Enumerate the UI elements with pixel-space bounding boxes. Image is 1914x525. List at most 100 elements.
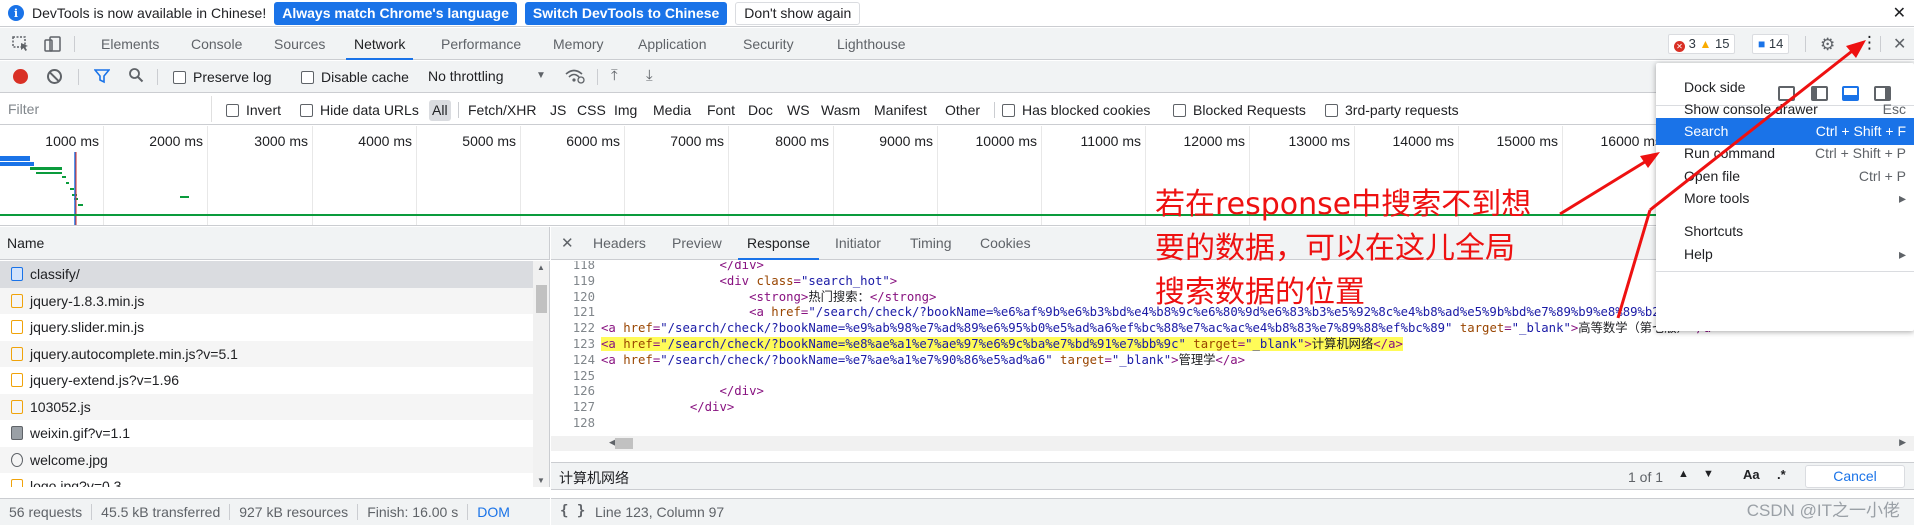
blocked-requests-checkbox[interactable]: Blocked Requests: [1173, 102, 1306, 118]
request-row[interactable]: classify/: [0, 261, 533, 288]
chevron-down-icon: ▼: [536, 70, 546, 81]
hide-data-urls-checkbox[interactable]: Hide data URLs: [300, 102, 419, 118]
response-search-bar: 计算机网络 1 of 1 ▲ ▼ Aa .* Cancel: [551, 462, 1914, 490]
filter-type-img[interactable]: Img: [614, 102, 637, 118]
invert-checkbox[interactable]: Invert: [226, 102, 281, 118]
device-toolbar-icon[interactable]: [44, 36, 62, 52]
code-content: </div>: [719, 384, 764, 399]
close-detail-icon[interactable]: ✕: [561, 234, 574, 252]
inspect-element-icon[interactable]: [12, 36, 30, 52]
filter-type-doc[interactable]: Doc: [748, 102, 773, 118]
messages-counter[interactable]: ■ 14: [1752, 34, 1790, 54]
search-icon[interactable]: [128, 67, 144, 87]
tab-memory[interactable]: Memory: [553, 28, 604, 60]
request-row[interactable]: welcome.jpg: [0, 446, 533, 473]
more-menu-icon[interactable]: ⋮: [1861, 33, 1879, 52]
request-row[interactable]: 103052.js: [0, 393, 533, 420]
filter-type-js[interactable]: JS: [550, 102, 566, 118]
network-overview[interactable]: 1000 ms 2000 ms 3000 ms 4000 ms 5000 ms 6000 …: [0, 126, 1914, 226]
tab-elements[interactable]: Elements: [101, 28, 159, 60]
filter-type-ws[interactable]: WS: [787, 102, 810, 118]
tab-sources[interactable]: Sources: [274, 28, 325, 60]
filter-icon[interactable]: [93, 68, 111, 88]
language-infobar: i DevTools is now available in Chinese! …: [0, 0, 1914, 27]
filter-type-manifest[interactable]: Manifest: [874, 102, 927, 118]
has-blocked-cookies-checkbox[interactable]: Has blocked cookies: [1002, 102, 1150, 118]
filter-type-other[interactable]: Other: [945, 102, 980, 118]
previous-match-icon[interactable]: ▲: [1678, 468, 1689, 480]
gear-icon[interactable]: ⚙: [1820, 35, 1838, 54]
match-language-button[interactable]: Always match Chrome's language: [274, 1, 517, 25]
tab-security[interactable]: Security: [743, 28, 794, 60]
script-file-icon: [11, 320, 23, 335]
tab-initiator[interactable]: Initiator: [835, 227, 881, 260]
tab-performance[interactable]: Performance: [441, 28, 521, 60]
line-number: 128: [572, 416, 595, 430]
request-row[interactable]: logo.jpg?v=0.3: [0, 473, 533, 487]
throttling-select[interactable]: No throttling: [428, 68, 503, 84]
dont-show-again-button[interactable]: Don't show again: [735, 1, 861, 25]
clear-icon[interactable]: [47, 69, 62, 84]
tab-timing[interactable]: Timing: [910, 227, 952, 260]
scrollbar-thumb[interactable]: [615, 438, 633, 449]
line-number: 126: [572, 384, 595, 399]
tab-cookies[interactable]: Cookies: [980, 227, 1031, 260]
line-number: 122: [572, 321, 595, 336]
export-har-icon[interactable]: ⤓: [646, 67, 653, 84]
filter-type-font[interactable]: Font: [707, 102, 735, 118]
switch-language-button[interactable]: Switch DevTools to Chinese: [524, 1, 728, 25]
record-button[interactable]: [13, 69, 28, 84]
menu-item-more-tools[interactable]: More tools ▸: [1656, 185, 1914, 212]
close-devtools-icon[interactable]: ✕: [1893, 34, 1911, 53]
script-file-icon: [11, 346, 23, 361]
match-case-toggle[interactable]: Aa: [1743, 467, 1760, 482]
request-row[interactable]: weixin.gif?v=1.1: [0, 420, 533, 447]
import-har-icon[interactable]: ⤒: [611, 67, 618, 84]
filter-type-wasm[interactable]: Wasm: [821, 102, 860, 118]
tab-application[interactable]: Application: [638, 28, 707, 60]
cancel-search-button[interactable]: Cancel: [1805, 465, 1905, 488]
network-status-bar: 56 requests 45.5 kB transferred 927 kB r…: [0, 498, 550, 525]
script-file-icon: [11, 293, 23, 308]
code-line: 128: [551, 415, 1914, 432]
tab-lighthouse[interactable]: Lighthouse: [837, 28, 906, 60]
disable-cache-checkbox[interactable]: Disable cache: [301, 69, 409, 85]
tab-response[interactable]: Response: [737, 227, 820, 260]
network-conditions-icon[interactable]: [565, 68, 585, 87]
network-toolbar: Preserve log Disable cache No throttling…: [0, 61, 1914, 93]
tab-network[interactable]: Network: [345, 28, 414, 60]
filter-type-fetch-xhr[interactable]: Fetch/XHR: [468, 102, 536, 118]
menu-item-help[interactable]: Help ▸: [1656, 241, 1914, 268]
request-row[interactable]: jquery.autocomplete.min.js?v=5.1: [0, 340, 533, 367]
response-horizontal-scrollbar[interactable]: ◀ ▶: [551, 436, 1914, 451]
info-icon: i: [8, 5, 24, 21]
pretty-print-icon[interactable]: { }: [560, 503, 585, 519]
search-input[interactable]: 计算机网络: [559, 468, 629, 488]
regex-toggle[interactable]: .*: [1777, 467, 1786, 482]
filter-type-css[interactable]: CSS: [577, 102, 606, 118]
message-icon: ■: [1758, 37, 1766, 51]
third-party-requests-checkbox[interactable]: 3rd-party requests: [1325, 102, 1459, 118]
request-row[interactable]: jquery.slider.min.js: [0, 314, 533, 341]
filter-type-media[interactable]: Media: [653, 102, 691, 118]
tab-preview[interactable]: Preview: [672, 227, 722, 260]
line-number: 121: [572, 305, 595, 320]
scrollbar-thumb[interactable]: [536, 285, 547, 313]
issues-counter[interactable]: ✕ 3 ▲ 15: [1668, 34, 1736, 54]
next-match-icon[interactable]: ▼: [1703, 468, 1714, 480]
name-column-header[interactable]: Name: [0, 227, 550, 260]
code-line: 125: [551, 368, 1914, 385]
request-list[interactable]: classify/jquery-1.8.3.min.js jquery.slide…: [0, 261, 533, 487]
filter-input[interactable]: Filter: [0, 96, 212, 122]
code-content: <strong>热门搜索：</strong>: [749, 289, 937, 304]
error-icon: ✕: [1674, 41, 1685, 52]
tab-headers[interactable]: Headers: [593, 227, 646, 260]
preserve-log-checkbox[interactable]: Preserve log: [173, 69, 272, 85]
tab-console[interactable]: Console: [191, 28, 242, 60]
request-list-scrollbar[interactable]: ▲ ▼: [533, 261, 550, 487]
line-number: 119: [572, 273, 595, 288]
request-row[interactable]: jquery-1.8.3.min.js: [0, 287, 533, 314]
close-icon[interactable]: ✕: [1893, 3, 1906, 23]
request-row[interactable]: jquery-extend.js?v=1.96: [0, 367, 533, 394]
filter-type-all[interactable]: All: [429, 100, 451, 121]
